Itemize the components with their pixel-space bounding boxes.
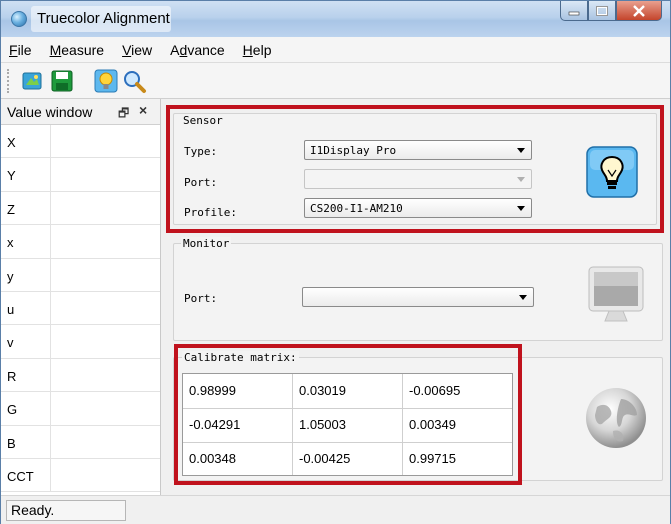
- value-window-title: Value window: [7, 103, 93, 120]
- value-row: X: [1, 125, 160, 159]
- toolbar: [1, 63, 670, 99]
- value-label: Z: [1, 191, 51, 225]
- window-title: Truecolor Alignment: [37, 10, 170, 27]
- value-label: u: [1, 291, 51, 325]
- menu-view[interactable]: View: [122, 42, 152, 58]
- value-window-close-icon[interactable]: ×: [139, 102, 147, 118]
- value-cell: [51, 125, 160, 157]
- maximize-button[interactable]: [588, 1, 616, 21]
- menu-help[interactable]: Help: [243, 42, 272, 58]
- value-row: B: [1, 425, 160, 459]
- menu-file[interactable]: File: [9, 42, 32, 58]
- app-window: Truecolor Alignment File Measure View Ad…: [0, 0, 671, 524]
- value-label: X: [1, 125, 51, 158]
- float-icon[interactable]: 🗗: [118, 104, 129, 125]
- save-icon[interactable]: [49, 68, 75, 94]
- close-button[interactable]: [616, 1, 662, 21]
- sensor-highlight: [166, 105, 664, 233]
- monitor-title: Monitor: [181, 237, 232, 250]
- value-cell: [51, 292, 160, 324]
- title-bar[interactable]: Truecolor Alignment: [1, 1, 670, 37]
- value-label: G: [1, 392, 51, 425]
- globe-icon[interactable]: [583, 385, 649, 451]
- connect-icon[interactable]: [19, 68, 45, 94]
- close-icon: [633, 4, 645, 17]
- status-bar: Ready.: [1, 495, 670, 524]
- value-cell: [51, 192, 160, 224]
- chevron-down-icon: [519, 295, 527, 300]
- value-row: Y: [1, 158, 160, 192]
- value-window: Value window 🗗 × X Y Z x y u v R G B CCT: [1, 99, 161, 495]
- value-label: B: [1, 425, 51, 458]
- menu-bar: File Measure View Advance Help: [1, 37, 670, 63]
- value-row: R: [1, 358, 160, 393]
- value-list: X Y Z x y u v R G B CCT: [1, 125, 160, 493]
- value-row: v: [1, 325, 160, 359]
- value-row: y: [1, 258, 160, 292]
- value-cell: [51, 359, 160, 391]
- minimize-icon: [568, 11, 580, 15]
- value-label: v: [1, 325, 51, 358]
- toolbar-grip[interactable]: [7, 69, 10, 93]
- value-cell: [51, 392, 160, 424]
- menu-advance[interactable]: Advance: [170, 42, 225, 58]
- value-row: u: [1, 291, 160, 326]
- monitor-port-select[interactable]: [302, 287, 534, 307]
- window-controls: [560, 1, 662, 21]
- value-row: CCT: [1, 458, 160, 493]
- value-row: Z: [1, 191, 160, 226]
- menu-measure[interactable]: Measure: [50, 42, 104, 58]
- monitor-port-label: Port:: [184, 292, 218, 305]
- value-label: CCT: [1, 458, 51, 492]
- monitor-button[interactable]: [585, 263, 647, 325]
- value-label: Y: [1, 158, 51, 191]
- search-icon[interactable]: [121, 68, 147, 94]
- value-label: y: [1, 258, 51, 291]
- bulb-icon[interactable]: [93, 68, 119, 94]
- app-icon: [11, 11, 27, 27]
- status-text: Ready.: [6, 500, 126, 521]
- value-label: x: [1, 225, 51, 258]
- minimize-button[interactable]: [560, 1, 588, 21]
- value-row: G: [1, 392, 160, 426]
- value-cell: [51, 259, 160, 291]
- value-label: R: [1, 358, 51, 392]
- value-cell: [51, 426, 160, 458]
- calibrate-highlight: [174, 344, 522, 485]
- value-cell: [51, 158, 160, 190]
- maximize-icon: [596, 5, 608, 16]
- value-cell: [51, 225, 160, 257]
- value-row: x: [1, 225, 160, 259]
- value-cell: [51, 325, 160, 357]
- value-window-header[interactable]: Value window 🗗 ×: [1, 99, 160, 125]
- value-cell: [51, 459, 160, 491]
